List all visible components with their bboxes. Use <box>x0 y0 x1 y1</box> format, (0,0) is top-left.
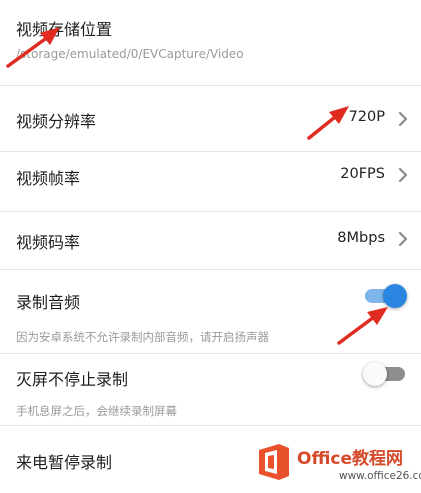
setting-title: 录制音频 <box>16 293 81 312</box>
setting-record-audio[interactable]: 录制音频 因为安卓系统不允许录制内部音频，请开启扬声器 <box>0 270 421 354</box>
setting-subtitle: 因为安卓系统不允许录制内部音频，请开启扬声器 <box>16 330 269 344</box>
setting-title: 视频存储位置 <box>16 20 113 39</box>
chevron-right-icon <box>398 231 408 247</box>
setting-bitrate[interactable]: 视频码率 8Mbps <box>0 212 421 270</box>
setting-storage-location[interactable]: 视频存储位置 /storage/emulated/0/EVCapture/Vid… <box>0 0 421 86</box>
setting-value: 20FPS <box>340 166 385 182</box>
toggle-knob <box>363 362 387 386</box>
setting-subtitle: /storage/emulated/0/EVCapture/Video <box>16 47 244 61</box>
watermark-title: Office教程网 <box>297 449 404 469</box>
screen-off-recording-toggle[interactable] <box>363 362 407 386</box>
setting-title: 灭屏不停止录制 <box>16 370 129 389</box>
setting-title: 视频码率 <box>16 233 81 252</box>
setting-screen-off-recording[interactable]: 灭屏不停止录制 手机息屏之后，会继续录制屏幕 <box>0 354 421 426</box>
setting-value: 720P <box>348 109 385 125</box>
setting-frame-rate[interactable]: 视频帧率 20FPS <box>0 152 421 212</box>
setting-value: 8Mbps <box>337 230 385 246</box>
setting-title: 视频分辨率 <box>16 112 97 131</box>
office-logo-icon <box>259 444 289 480</box>
chevron-right-icon <box>398 111 408 127</box>
setting-title: 视频帧率 <box>16 169 81 188</box>
setting-resolution[interactable]: 视频分辨率 720P <box>0 86 421 152</box>
chevron-right-icon <box>398 167 408 183</box>
toggle-knob <box>383 284 407 308</box>
setting-title: 来电暂停录制 <box>16 453 113 472</box>
watermark-site: www.office26.com <box>339 470 421 482</box>
setting-subtitle: 手机息屏之后，会继续录制屏幕 <box>16 404 177 418</box>
watermark: Office教程网 www.office26.com <box>255 438 421 490</box>
record-audio-toggle[interactable] <box>363 284 407 308</box>
